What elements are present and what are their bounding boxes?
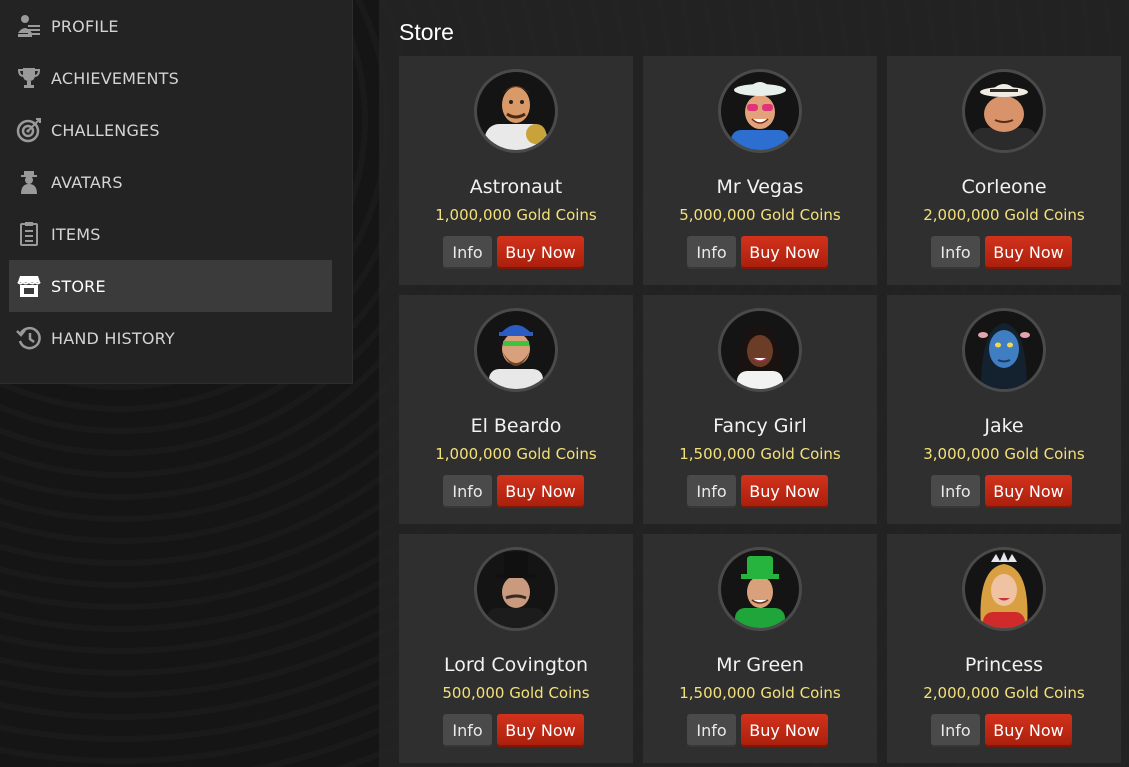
buy-now-button[interactable]: Buy Now (497, 714, 584, 747)
product-card-astronaut: Astronaut 1,000,000 Gold Coins Info Buy … (399, 56, 633, 285)
info-button[interactable]: Info (931, 475, 980, 508)
store-panel: Store Astronaut 1,000,000 Gold Coins Inf… (379, 0, 1129, 767)
info-button[interactable]: Info (687, 714, 736, 747)
product-card-jake: Jake 3,000,000 Gold Coins Info Buy Now (887, 295, 1121, 524)
product-card-corleone: Corleone 2,000,000 Gold Coins Info Buy N… (887, 56, 1121, 285)
store-icon (14, 271, 44, 301)
sidebar-item-label: CHALLENGES (51, 120, 160, 140)
product-name: El Beardo (470, 415, 562, 437)
mr-vegas-avatar (718, 69, 802, 153)
buy-now-button[interactable]: Buy Now (497, 475, 584, 508)
product-card-el-beardo: El Beardo 1,000,000 Gold Coins Info Buy … (399, 295, 633, 524)
jake-avatar (962, 308, 1046, 392)
product-name: Lord Covington (443, 654, 589, 676)
product-price: 1,000,000 Gold Coins (435, 206, 597, 224)
lord-covington-avatar (474, 547, 558, 631)
product-price: 2,000,000 Gold Coins (923, 684, 1085, 702)
sidebar-item-items[interactable]: ITEMS (9, 208, 332, 260)
clipboard-icon (14, 219, 44, 249)
buy-now-button[interactable]: Buy Now (985, 236, 1072, 269)
sidebar-item-profile[interactable]: PROFILE (9, 0, 332, 52)
buy-now-button[interactable]: Buy Now (741, 475, 828, 508)
buy-now-button[interactable]: Buy Now (497, 236, 584, 269)
buy-now-button[interactable]: Buy Now (985, 475, 1072, 508)
info-button[interactable]: Info (443, 236, 492, 269)
product-price: 500,000 Gold Coins (442, 684, 590, 702)
avatar-icon (14, 167, 44, 197)
sidebar-item-hand-history[interactable]: HAND HISTORY (9, 312, 332, 364)
product-price: 1,500,000 Gold Coins (679, 684, 841, 702)
target-icon (14, 115, 44, 145)
product-card-mr-vegas: Mr Vegas 5,000,000 Gold Coins Info Buy N… (643, 56, 877, 285)
info-button[interactable]: Info (687, 236, 736, 269)
product-price: 1,000,000 Gold Coins (435, 445, 597, 463)
product-name: Princess (964, 654, 1044, 676)
product-card-fancy-girl: Fancy Girl 1,500,000 Gold Coins Info Buy… (643, 295, 877, 524)
princess-avatar (962, 547, 1046, 631)
product-card-mr-green: Mr Green 1,500,000 Gold Coins Info Buy N… (643, 534, 877, 763)
sidebar: PROFILE ACHIEVEMENTS CHALLENGES AVATARS … (0, 0, 353, 384)
fancy-girl-avatar (718, 308, 802, 392)
mr-green-avatar (718, 547, 802, 631)
info-button[interactable]: Info (443, 475, 492, 508)
sidebar-item-label: HAND HISTORY (51, 328, 175, 348)
product-price: 1,500,000 Gold Coins (679, 445, 841, 463)
product-name: Corleone (961, 176, 1047, 198)
sidebar-item-label: PROFILE (51, 16, 119, 36)
product-name: Mr Vegas (716, 176, 804, 198)
product-name: Jake (984, 415, 1024, 437)
astronaut-avatar (474, 69, 558, 153)
corleone-avatar (962, 69, 1046, 153)
info-button[interactable]: Info (931, 236, 980, 269)
product-price: 3,000,000 Gold Coins (923, 445, 1085, 463)
info-button[interactable]: Info (687, 475, 736, 508)
product-name: Fancy Girl (713, 415, 807, 437)
sidebar-item-challenges[interactable]: CHALLENGES (9, 104, 332, 156)
page-title: Store (399, 19, 454, 45)
sidebar-item-store[interactable]: STORE (9, 260, 332, 312)
info-button[interactable]: Info (931, 714, 980, 747)
sidebar-item-label: AVATARS (51, 172, 123, 192)
product-name: Astronaut (469, 176, 563, 198)
trophy-icon (14, 63, 44, 93)
history-icon (14, 323, 44, 353)
sidebar-item-avatars[interactable]: AVATARS (9, 156, 332, 208)
buy-now-button[interactable]: Buy Now (741, 714, 828, 747)
product-price: 5,000,000 Gold Coins (679, 206, 841, 224)
sidebar-item-label: ITEMS (51, 224, 101, 244)
product-name: Mr Green (716, 654, 804, 676)
sidebar-item-achievements[interactable]: ACHIEVEMENTS (9, 52, 332, 104)
product-card-lord-covington: Lord Covington 500,000 Gold Coins Info B… (399, 534, 633, 763)
buy-now-button[interactable]: Buy Now (985, 714, 1072, 747)
buy-now-button[interactable]: Buy Now (741, 236, 828, 269)
el-beardo-avatar (474, 308, 558, 392)
product-price: 2,000,000 Gold Coins (923, 206, 1085, 224)
product-card-princess: Princess 2,000,000 Gold Coins Info Buy N… (887, 534, 1121, 763)
profile-icon (14, 11, 44, 41)
sidebar-item-label: ACHIEVEMENTS (51, 68, 179, 88)
sidebar-item-label: STORE (51, 276, 106, 296)
info-button[interactable]: Info (443, 714, 492, 747)
